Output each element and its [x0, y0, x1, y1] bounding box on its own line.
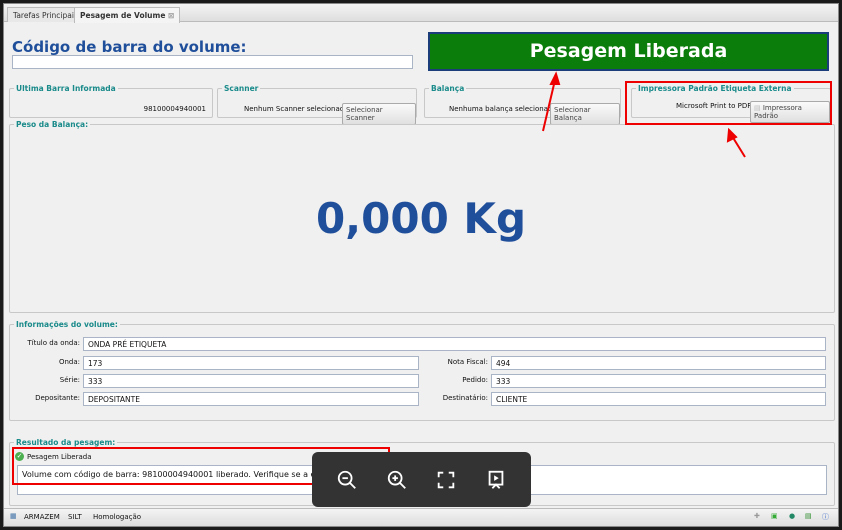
- slideshow-icon[interactable]: [485, 469, 507, 491]
- excel-icon[interactable]: ▤: [805, 512, 812, 520]
- window-icon[interactable]: ▣: [771, 512, 778, 520]
- puzzle-icon[interactable]: ✚: [754, 512, 760, 520]
- viewer-toolbar: [312, 452, 531, 507]
- warehouse-icon: ▦: [10, 512, 17, 520]
- globe-icon[interactable]: ●: [789, 512, 795, 520]
- status-env: Homologação: [93, 513, 142, 521]
- zoom-in-icon[interactable]: [386, 469, 408, 491]
- status-bar: ▦ ARMAZEM SILT Homologação ✚ ▣ ● ▤ ⓘ: [4, 508, 838, 526]
- zoom-out-icon[interactable]: [336, 469, 358, 491]
- fullscreen-icon[interactable]: [435, 469, 457, 491]
- status-armazem: ARMAZEM: [24, 513, 60, 521]
- annotation-arrows: [542, 71, 746, 158]
- status-silt: SILT: [68, 513, 82, 521]
- info-icon[interactable]: ⓘ: [822, 512, 829, 522]
- app-window: Tarefas Principais Pesagem de Volume ⊠ C…: [3, 3, 839, 527]
